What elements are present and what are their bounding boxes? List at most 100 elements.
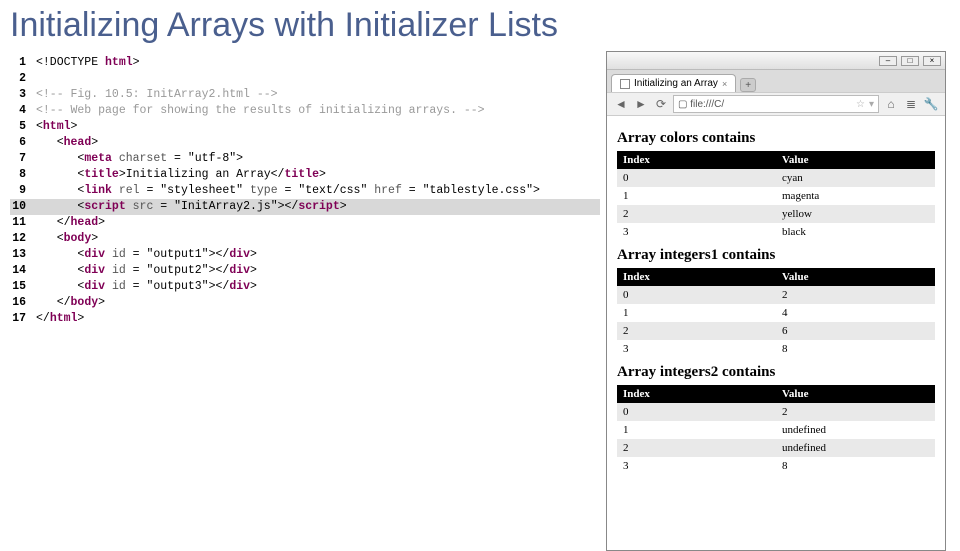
line-number: 8	[10, 167, 36, 183]
output-heading: Array colors contains	[617, 130, 935, 147]
minimize-button[interactable]: –	[879, 56, 897, 66]
browser-tab[interactable]: Initializing an Array ×	[611, 74, 736, 92]
code-line: 10 <script src = "InitArray2.js"></scrip…	[10, 199, 600, 215]
line-number: 6	[10, 135, 36, 151]
code-line: 2	[10, 71, 600, 87]
code-line: 3<!-- Fig. 10.5: InitArray2.html -->	[10, 87, 600, 103]
browser-window: – □ × Initializing an Array × + ◄ ► ⟳ ▢ …	[606, 51, 946, 551]
code-text: <!-- Fig. 10.5: InitArray2.html -->	[36, 87, 278, 103]
cell-index: 3	[617, 223, 776, 241]
line-number: 13	[10, 247, 36, 263]
table-row: 2yellow	[617, 205, 935, 223]
col-header-index: Index	[617, 151, 776, 169]
cell-value: 4	[776, 304, 935, 322]
cell-value: 6	[776, 322, 935, 340]
new-tab-button[interactable]: +	[740, 78, 756, 92]
table-row: 02	[617, 403, 935, 421]
code-text: </html>	[36, 311, 84, 327]
home-button[interactable]: ⌂	[883, 96, 899, 112]
col-header-index: Index	[617, 385, 776, 403]
close-button[interactable]: ×	[923, 56, 941, 66]
back-button[interactable]: ◄	[613, 96, 629, 112]
line-number: 16	[10, 295, 36, 311]
cell-value: black	[776, 223, 935, 241]
code-line: 11 </head>	[10, 215, 600, 231]
slide-title: Initializing Arrays with Initializer Lis…	[0, 0, 960, 51]
table-row: 1magenta	[617, 187, 935, 205]
browser-toolbar: ◄ ► ⟳ ▢ file:///C/ ☆ ▾ ⌂ ≣ 🔧	[607, 92, 945, 116]
code-line: 4<!-- Web page for showing the results o…	[10, 103, 600, 119]
code-line: 5<html>	[10, 119, 600, 135]
code-line: 15 <div id = "output3"></div>	[10, 279, 600, 295]
cell-value: cyan	[776, 169, 935, 187]
window-titlebar: – □ ×	[607, 52, 945, 70]
dropdown-icon[interactable]: ▾	[869, 99, 874, 110]
menu-button[interactable]: ≣	[903, 96, 919, 112]
code-text: <head>	[36, 135, 98, 151]
col-header-index: Index	[617, 268, 776, 286]
address-bar[interactable]: ▢ file:///C/ ☆ ▾	[673, 95, 879, 113]
col-header-value: Value	[776, 385, 935, 403]
table-row: 1undefined	[617, 421, 935, 439]
cell-value: yellow	[776, 205, 935, 223]
cell-index: 2	[617, 322, 776, 340]
cell-index: 2	[617, 439, 776, 457]
code-text: <meta charset = "utf-8">	[36, 151, 243, 167]
code-line: 13 <div id = "output1"></div>	[10, 247, 600, 263]
code-text: <title>Initializing an Array</title>	[36, 167, 326, 183]
code-line: 17</html>	[10, 311, 600, 327]
code-text: </body>	[36, 295, 105, 311]
output-table: IndexValue02142638	[617, 268, 935, 358]
tab-title: Initializing an Array	[634, 78, 718, 89]
code-line: 6 <head>	[10, 135, 600, 151]
code-text: <script src = "InitArray2.js"></script>	[36, 199, 347, 215]
cell-index: 3	[617, 457, 776, 475]
address-text: file:///C/	[690, 99, 724, 110]
cell-index: 2	[617, 205, 776, 223]
table-row: 14	[617, 304, 935, 322]
line-number: 12	[10, 231, 36, 247]
line-number: 14	[10, 263, 36, 279]
content-row: 1<!DOCTYPE html>23<!-- Fig. 10.5: InitAr…	[0, 51, 960, 551]
table-row: 2undefined	[617, 439, 935, 457]
col-header-value: Value	[776, 151, 935, 169]
table-row: 0cyan	[617, 169, 935, 187]
code-line: 8 <title>Initializing an Array</title>	[10, 167, 600, 183]
tab-close-icon[interactable]: ×	[722, 79, 727, 89]
cell-index: 1	[617, 187, 776, 205]
wrench-icon[interactable]: 🔧	[923, 96, 939, 112]
reload-button[interactable]: ⟳	[653, 96, 669, 112]
code-text: <html>	[36, 119, 77, 135]
code-listing: 1<!DOCTYPE html>23<!-- Fig. 10.5: InitAr…	[10, 51, 600, 551]
cell-index: 0	[617, 169, 776, 187]
maximize-button[interactable]: □	[901, 56, 919, 66]
cell-index: 0	[617, 286, 776, 304]
line-number: 11	[10, 215, 36, 231]
line-number: 1	[10, 55, 36, 71]
code-line: 9 <link rel = "stylesheet" type = "text/…	[10, 183, 600, 199]
code-text: <link rel = "stylesheet" type = "text/cs…	[36, 183, 540, 199]
table-row: 38	[617, 340, 935, 358]
code-text: <div id = "output3"></div>	[36, 279, 257, 295]
table-row: 02	[617, 286, 935, 304]
cell-index: 1	[617, 304, 776, 322]
code-line: 7 <meta charset = "utf-8">	[10, 151, 600, 167]
bookmark-icon[interactable]: ☆	[856, 99, 865, 110]
page-icon: ▢	[678, 99, 687, 110]
table-row: 26	[617, 322, 935, 340]
table-row: 3black	[617, 223, 935, 241]
cell-value: 8	[776, 457, 935, 475]
cell-value: 8	[776, 340, 935, 358]
page-content: Array colors containsIndexValue0cyan1mag…	[607, 116, 945, 550]
cell-value: 2	[776, 286, 935, 304]
line-number: 17	[10, 311, 36, 327]
line-number: 15	[10, 279, 36, 295]
table-row: 38	[617, 457, 935, 475]
line-number: 7	[10, 151, 36, 167]
output-heading: Array integers1 contains	[617, 247, 935, 264]
code-text: </head>	[36, 215, 105, 231]
line-number: 4	[10, 103, 36, 119]
code-text: <div id = "output1"></div>	[36, 247, 257, 263]
tab-strip: Initializing an Array × +	[607, 70, 945, 92]
forward-button[interactable]: ►	[633, 96, 649, 112]
